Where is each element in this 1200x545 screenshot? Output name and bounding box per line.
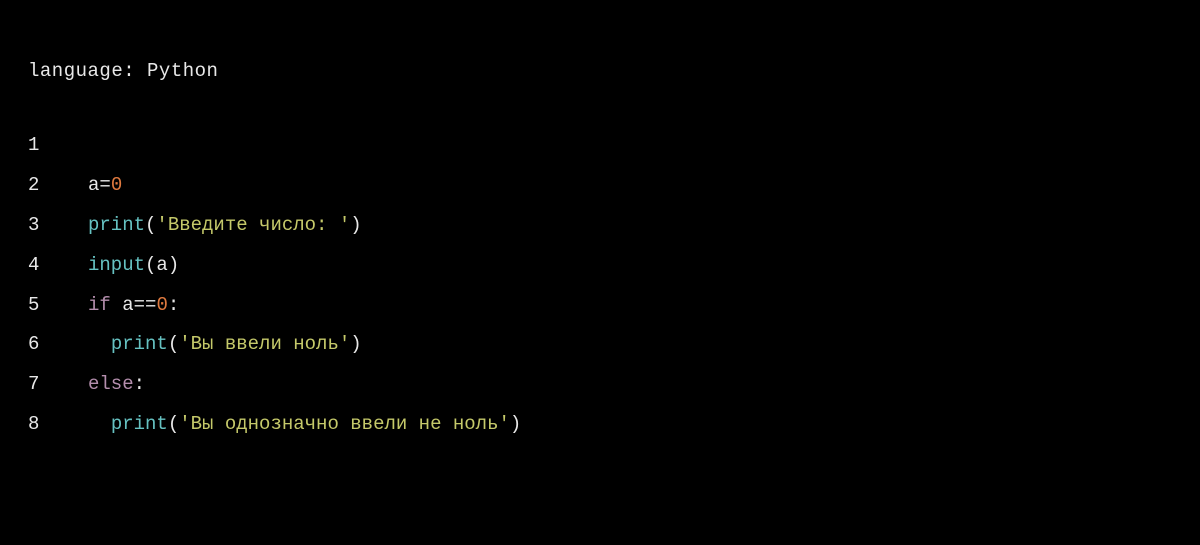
language-label: language: Python — [28, 60, 1172, 82]
code-token: == — [134, 294, 157, 316]
code-token: else — [88, 373, 134, 395]
code-content[interactable]: a=0 — [88, 166, 122, 206]
code-line[interactable]: 6 print('Вы ввели ноль') — [28, 325, 1172, 365]
code-content[interactable]: print('Вы однозначно ввели не ноль') — [88, 405, 521, 445]
code-line[interactable]: 2a=0 — [28, 166, 1172, 206]
code-token: ( — [168, 413, 179, 435]
code-token: 'Введите число: ' — [156, 214, 350, 236]
line-number: 4 — [28, 246, 88, 286]
code-token: print — [111, 413, 168, 435]
code-token — [88, 413, 111, 435]
line-number: 1 — [28, 126, 88, 166]
code-line[interactable]: 1 — [28, 126, 1172, 166]
code-content[interactable]: if a==0: — [88, 286, 179, 326]
code-token — [88, 333, 111, 355]
line-number: 2 — [28, 166, 88, 206]
code-content[interactable]: input(a) — [88, 246, 179, 286]
code-content[interactable]: print('Вы ввели ноль') — [88, 325, 362, 365]
code-token: print — [111, 333, 168, 355]
code-token: ( — [168, 333, 179, 355]
code-token: a — [156, 254, 167, 276]
line-number: 7 — [28, 365, 88, 405]
code-token: : — [168, 294, 179, 316]
code-content[interactable]: else: — [88, 365, 145, 405]
code-token: a — [111, 294, 134, 316]
line-number: 3 — [28, 206, 88, 246]
line-number: 5 — [28, 286, 88, 326]
code-line[interactable]: 7else: — [28, 365, 1172, 405]
code-token: ) — [350, 214, 361, 236]
code-line[interactable]: 8 print('Вы однозначно ввели не ноль') — [28, 405, 1172, 445]
code-content[interactable]: print('Введите число: ') — [88, 206, 362, 246]
code-token: ( — [145, 214, 156, 236]
line-number: 6 — [28, 325, 88, 365]
code-line[interactable]: 5if a==0: — [28, 286, 1172, 326]
code-token: ) — [510, 413, 521, 435]
code-token: input — [88, 254, 145, 276]
code-line[interactable]: 4input(a) — [28, 246, 1172, 286]
line-number: 8 — [28, 405, 88, 445]
code-token: ) — [350, 333, 361, 355]
code-editor[interactable]: 12a=03print('Введите число: ')4input(a)5… — [28, 126, 1172, 445]
code-token: if — [88, 294, 111, 316]
code-token: ( — [145, 254, 156, 276]
code-token: ) — [168, 254, 179, 276]
code-line[interactable]: 3print('Введите число: ') — [28, 206, 1172, 246]
code-token: 'Вы однозначно ввели не ноль' — [179, 413, 510, 435]
code-token: a — [88, 174, 99, 196]
code-token: : — [134, 373, 145, 395]
code-token: print — [88, 214, 145, 236]
code-token: = — [99, 174, 110, 196]
code-token: 0 — [111, 174, 122, 196]
code-token: 'Вы ввели ноль' — [179, 333, 350, 355]
code-token: 0 — [156, 294, 167, 316]
